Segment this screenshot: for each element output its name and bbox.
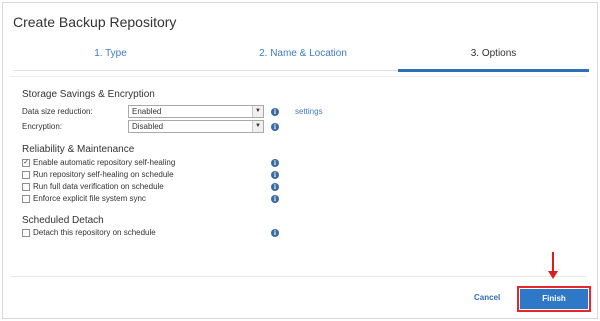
footer-divider: [10, 276, 586, 277]
chevron-down-icon: ▼: [252, 106, 263, 117]
annotation-arrow-head-icon: [548, 271, 558, 279]
full-verification-checkbox[interactable]: [22, 183, 30, 191]
self-healing-option: ✓ Enable automatic repository self-heali…: [22, 158, 302, 168]
self-healing-checkbox[interactable]: ✓: [22, 159, 30, 167]
self-healing-label: Enable automatic repository self-healing: [33, 158, 176, 167]
dialog-title: Create Backup Repository: [13, 14, 177, 30]
tab-options[interactable]: 3. Options: [398, 41, 589, 72]
data-size-reduction-label: Data size reduction:: [22, 107, 93, 116]
info-icon[interactable]: i: [271, 195, 279, 203]
full-verification-option: Run full data verification on schedule i: [22, 182, 302, 192]
tab-name-location[interactable]: 2. Name & Location: [208, 41, 398, 71]
encryption-label: Encryption:: [22, 122, 63, 131]
detach-schedule-checkbox[interactable]: [22, 229, 30, 237]
reliability-section-heading: Reliability & Maintenance: [22, 144, 135, 155]
info-icon[interactable]: i: [271, 159, 279, 167]
cancel-button[interactable]: Cancel: [474, 293, 500, 302]
full-verification-label: Run full data verification on schedule: [33, 182, 164, 191]
wizard-tabs: 1. Type 2. Name & Location 3. Options: [13, 41, 589, 72]
self-healing-schedule-checkbox[interactable]: [22, 171, 30, 179]
detach-section-heading: Scheduled Detach: [22, 215, 104, 226]
tab-type[interactable]: 1. Type: [13, 41, 208, 71]
info-icon[interactable]: i: [271, 171, 279, 179]
options-panel: Storage Savings & Encryption Data size r…: [10, 76, 586, 276]
finish-button[interactable]: Finish: [520, 289, 588, 309]
storage-section-heading: Storage Savings & Encryption: [22, 89, 155, 100]
encryption-value: Disabled: [132, 122, 164, 131]
info-icon[interactable]: i: [271, 183, 279, 191]
file-system-sync-checkbox[interactable]: [22, 195, 30, 203]
data-size-reduction-value: Enabled: [132, 107, 162, 116]
settings-link[interactable]: settings: [295, 105, 323, 119]
detach-schedule-option: Detach this repository on schedule i: [22, 228, 302, 238]
info-icon[interactable]: i: [271, 123, 279, 131]
data-size-reduction-row: Data size reduction: Enabled ▼ i setting…: [22, 105, 352, 119]
encryption-select[interactable]: Disabled ▼: [128, 120, 264, 133]
data-size-reduction-select[interactable]: Enabled ▼: [128, 105, 264, 118]
detach-schedule-label: Detach this repository on schedule: [33, 228, 156, 237]
file-system-sync-option: Enforce explicit file system sync i: [22, 194, 302, 204]
file-system-sync-label: Enforce explicit file system sync: [33, 194, 146, 203]
info-icon[interactable]: i: [271, 108, 279, 116]
self-healing-schedule-label: Run repository self-healing on schedule: [33, 170, 174, 179]
chevron-down-icon: ▼: [252, 121, 263, 132]
self-healing-schedule-option: Run repository self-healing on schedule …: [22, 170, 302, 180]
encryption-row: Encryption: Disabled ▼ i: [22, 120, 352, 134]
info-icon[interactable]: i: [271, 229, 279, 237]
